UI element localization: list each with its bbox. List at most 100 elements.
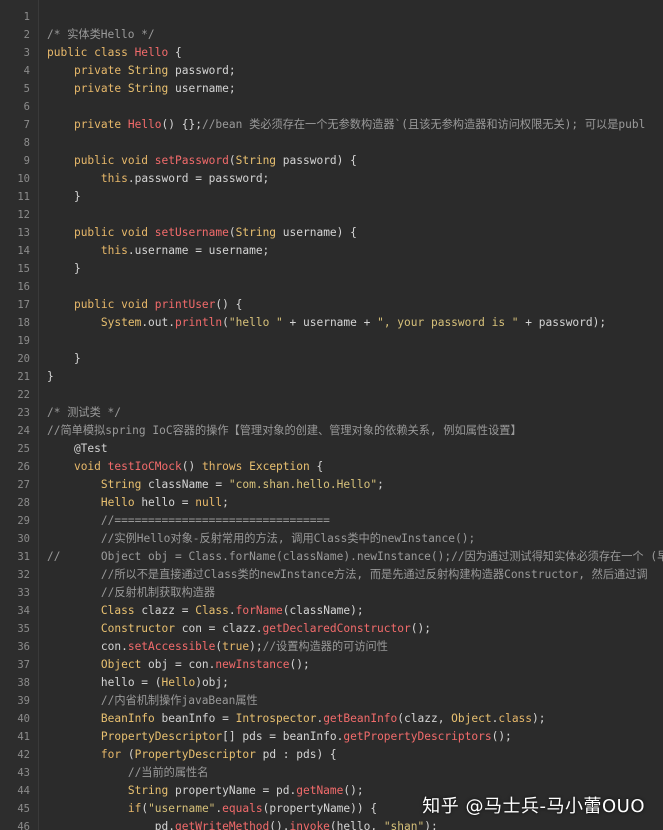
code-token: .username = username; <box>127 244 270 257</box>
code-token: String <box>127 64 169 77</box>
line-number: 16 <box>17 281 30 293</box>
line-number: 38 <box>17 677 30 689</box>
line-code: } <box>47 262 81 275</box>
code-token: ", your password is " <box>377 316 519 329</box>
code-token: private <box>73 64 128 77</box>
line-number: 42 <box>17 749 30 761</box>
code-line: 14 this.username = username; <box>0 242 663 260</box>
code-token: PropertyDescriptor <box>100 730 223 743</box>
line-number: 40 <box>17 713 30 725</box>
code-token: + password); <box>518 316 607 329</box>
code-token: Hello <box>161 676 196 689</box>
line-number: 3 <box>23 47 30 59</box>
line-number: 6 <box>23 101 30 113</box>
code-token: testIoCMock <box>107 460 182 473</box>
line-number: 20 <box>17 353 30 365</box>
code-line: 38 hello = (Hello)obj; <box>0 674 663 692</box>
line-number: 4 <box>23 65 30 77</box>
line-code: Hello hello = null; <box>47 496 229 509</box>
code-token: String <box>127 784 169 797</box>
code-token: //简单模拟spring IoC容器的操作【管理对象的创建、管理对象的依赖关系,… <box>47 424 522 437</box>
code-token: ; <box>222 496 229 509</box>
code-token: con = clazz. <box>174 622 263 635</box>
code-editor[interactable]: 1 2/* 实体类Hello */3 public class Hello {4 p… <box>0 0 663 830</box>
code-token: (); <box>491 730 512 743</box>
line-number: 23 <box>17 407 30 419</box>
line-number: 46 <box>17 821 30 830</box>
code-token: public void <box>73 298 155 311</box>
code-line: 3 public class Hello { <box>0 44 663 62</box>
code-token: Class <box>100 604 135 617</box>
code-token: @Test <box>47 442 108 455</box>
code-token: getWriteMethod <box>174 820 270 830</box>
code-line: 35 Constructor con = clazz.getDeclaredCo… <box>0 620 663 638</box>
code-token: ); <box>532 712 546 725</box>
code-token: //实例Hello对象-反射常用的方法, 调用Class类中的newInstan… <box>100 532 476 545</box>
code-line: 37 Object obj = con.newInstance(); <box>0 656 663 674</box>
code-lines: 1 2/* 实体类Hello */3 public class Hello {4 p… <box>0 8 663 830</box>
line-number: 22 <box>17 389 30 401</box>
code-token: throws <box>201 460 250 473</box>
line-code: } <box>47 352 81 365</box>
code-token: true <box>222 640 250 653</box>
code-token: ( <box>127 748 135 761</box>
code-token: this <box>100 172 128 185</box>
line-number: 19 <box>17 335 30 347</box>
code-token: (clazz, <box>397 712 452 725</box>
code-token: Hello <box>127 118 162 131</box>
line-number: 7 <box>23 119 30 131</box>
code-token: String <box>235 226 277 239</box>
code-line: 8 <box>0 134 663 152</box>
code-line: 16 <box>0 278 663 296</box>
line-code: Object obj = con.newInstance(); <box>47 658 310 671</box>
code-line: 31 // Object obj = Class.forName(classNam… <box>0 548 663 566</box>
line-code: private String username; <box>47 82 236 95</box>
line-code: //简单模拟spring IoC容器的操作【管理对象的创建、管理对象的依赖关系,… <box>47 424 522 437</box>
code-token: PropertyDescriptor <box>134 748 256 761</box>
code-token: hello = <box>134 496 196 509</box>
code-line: 20 } <box>0 350 663 368</box>
code-token: Object <box>451 712 492 725</box>
code-token: beanInfo = <box>154 712 236 725</box>
code-token: (hello, <box>329 820 384 830</box>
code-token: setPassword <box>154 154 229 167</box>
code-line: 40 BeanInfo beanInfo = Introspector.getB… <box>0 710 663 728</box>
code-token: className = <box>141 478 229 491</box>
code-token: Object <box>100 658 142 671</box>
code-token: invoke <box>289 820 330 830</box>
code-line: 5 private String username; <box>0 80 663 98</box>
code-line: 41 PropertyDescriptor[] pds = beanInfo.g… <box>0 728 663 746</box>
code-token: Hello <box>100 496 135 509</box>
line-number: 18 <box>17 317 30 329</box>
line-number: 24 <box>17 425 30 437</box>
code-token: (); <box>410 622 431 635</box>
line-number: 5 <box>23 83 30 95</box>
code-line: 17 public void printUser() { <box>0 296 663 314</box>
code-token: getName <box>296 784 344 797</box>
code-token: System <box>100 316 142 329</box>
line-code: Constructor con = clazz.getDeclaredConst… <box>47 622 431 635</box>
line-code: public void printUser() { <box>47 298 242 311</box>
line-number: 12 <box>17 209 30 221</box>
code-line: 33 //反射机制获取构造器 <box>0 584 663 602</box>
line-code: PropertyDescriptor[] pds = beanInfo.getP… <box>47 730 512 743</box>
code-token: Introspector <box>235 712 317 725</box>
line-code: //所以不是直接通过Class类的newInstance方法, 而是先通过反射构… <box>47 568 648 581</box>
line-number: 37 <box>17 659 30 671</box>
code-token: BeanInfo <box>100 712 155 725</box>
code-token: //================================ <box>100 514 330 527</box>
code-line: 24 //简单模拟spring IoC容器的操作【管理对象的创建、管理对象的依赖关… <box>0 422 663 440</box>
line-code: public void setUsername(String username)… <box>47 226 357 239</box>
code-token: public void <box>73 154 155 167</box>
